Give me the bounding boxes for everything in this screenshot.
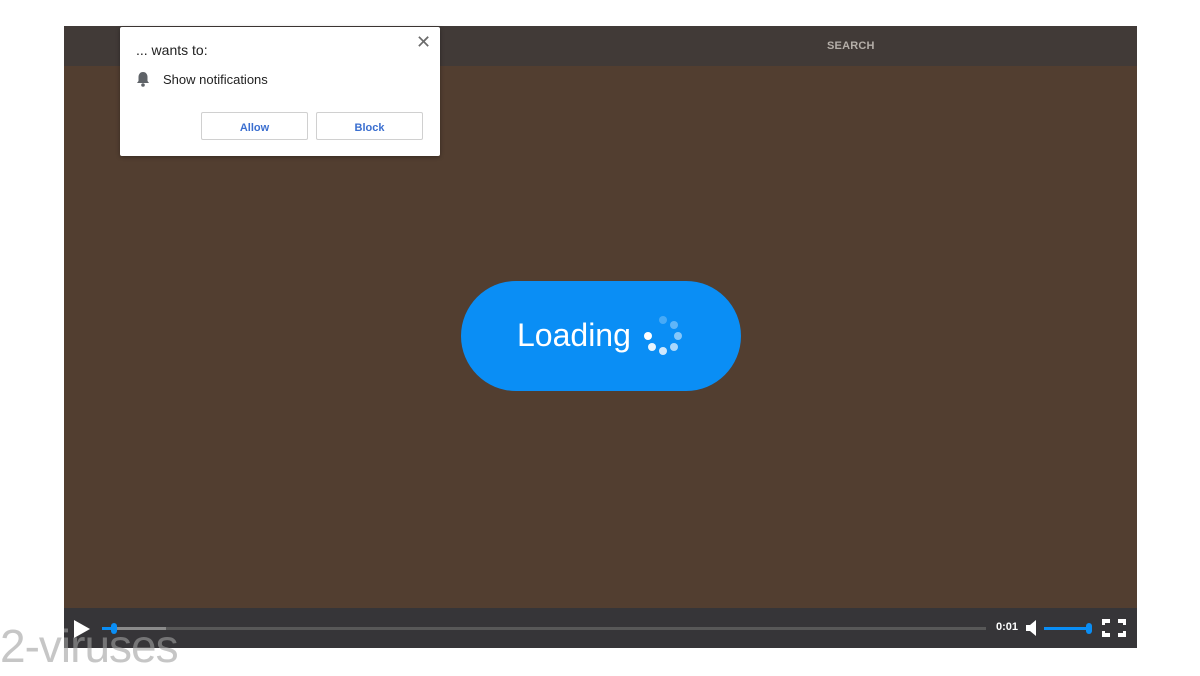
bell-icon [137,72,149,87]
seek-bar[interactable] [102,623,986,634]
search-link[interactable]: SEARCH [827,40,875,52]
block-button[interactable]: Block [316,112,423,140]
volume-icon[interactable] [1026,620,1040,636]
notification-permission-popup: ... wants to: ✕ Show notifications Allow… [120,27,440,156]
video-controls: 0:01 [64,608,1137,648]
loading-spinner-icon [643,316,683,356]
watermark-logo: 2-viruses [0,620,179,672]
popup-title: ... wants to: [136,42,208,58]
volume-handle[interactable] [1086,623,1092,634]
allow-button[interactable]: Allow [201,112,308,140]
current-time: 0:01 [996,621,1019,633]
permission-label: Show notifications [163,72,268,87]
volume-slider[interactable] [1044,623,1092,634]
close-icon[interactable]: ✕ [416,32,431,53]
loading-label: Loading [517,317,631,353]
fullscreen-icon[interactable] [1102,619,1126,637]
loading-overlay: Loading [461,281,741,391]
